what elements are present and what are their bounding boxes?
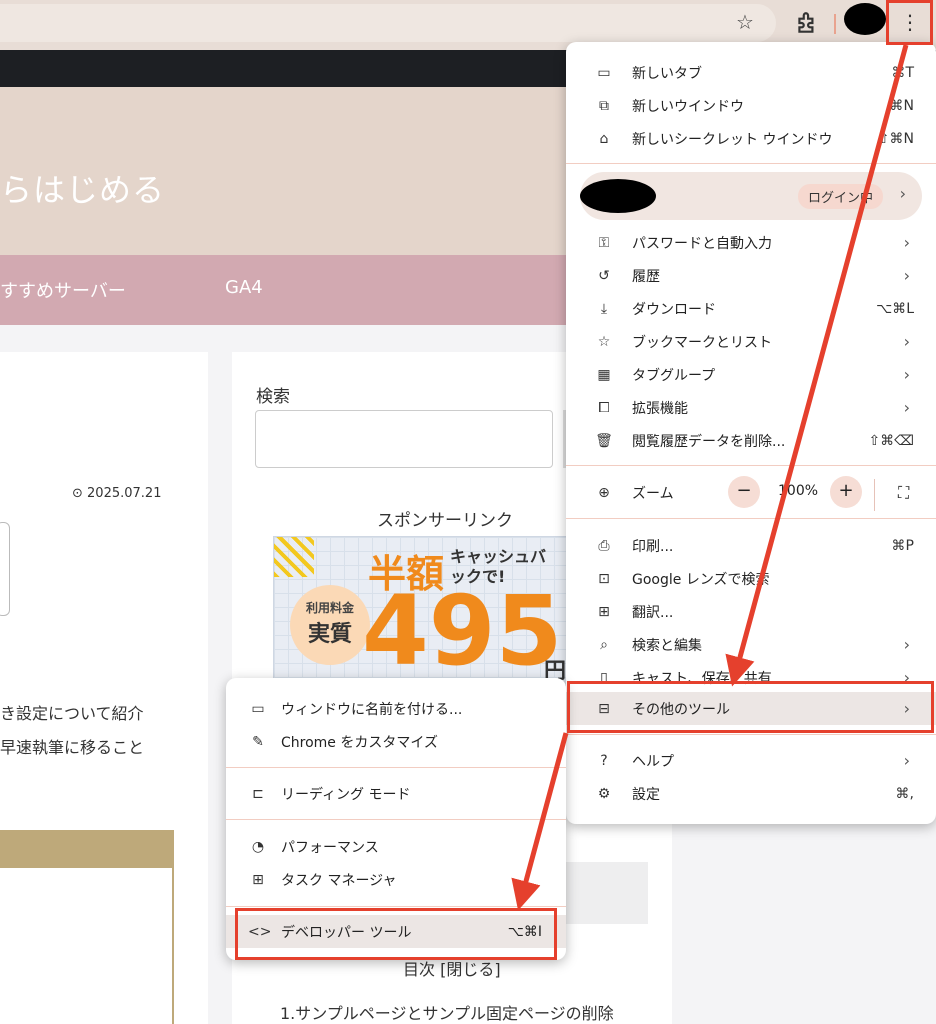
arrow-to-more-tools — [725, 44, 909, 687]
arrow-to-devtools — [511, 732, 569, 911]
annotation-arrows — [511, 44, 909, 911]
